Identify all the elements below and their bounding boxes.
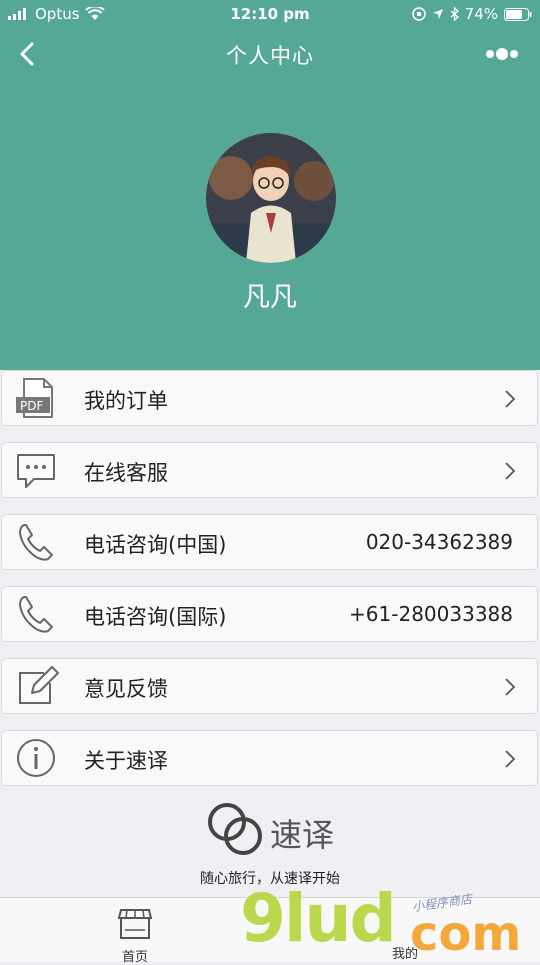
phone-number[interactable]: 020-34362389 [366, 530, 513, 554]
pdf-document-icon: PDF [16, 378, 53, 418]
menu-label: 意见反馈 [84, 677, 168, 701]
orientation-lock-icon [411, 7, 426, 21]
tab-home[interactable]: 首页 [95, 902, 175, 965]
menu-item-feedback[interactable]: 意见反馈 [1, 658, 538, 714]
avatar[interactable] [206, 133, 336, 263]
svg-text:PDF: PDF [20, 399, 43, 413]
chevron-right-icon [505, 390, 516, 408]
edit-icon [19, 666, 59, 704]
location-icon [432, 9, 443, 19]
menu-label: 在线客服 [84, 461, 168, 485]
brand-logo-icon [208, 803, 262, 855]
watermark-text: 9lud [240, 880, 397, 957]
menu-label: 电话咨询(国际) [84, 605, 227, 629]
menu-item-phone-international[interactable]: 电话咨询(国际) +61-280033388 [1, 586, 538, 642]
menu-item-online-service[interactable]: 在线客服 [1, 442, 538, 498]
status-bar: Optus 12:10 pm 74% [0, 0, 540, 28]
profile-header: Optus 12:10 pm 74% 个人中心 凡凡 [0, 0, 540, 370]
menu-item-about[interactable]: 关于速译 [1, 730, 538, 786]
page-title: 个人中心 [226, 44, 314, 68]
menu-item-orders[interactable]: PDF 我的订单 [1, 370, 538, 426]
phone-icon [19, 596, 53, 633]
username: 凡凡 [243, 282, 297, 313]
store-icon [117, 909, 153, 939]
phone-icon [19, 524, 53, 561]
nav-bar: 个人中心 [0, 30, 540, 78]
chevron-right-icon [505, 678, 516, 696]
more-dots-icon [486, 48, 518, 60]
chevron-right-icon [505, 750, 516, 768]
brand-name: 速译 [270, 816, 335, 854]
tab-label: 首页 [121, 950, 148, 965]
phone-number[interactable]: +61-280033388 [349, 602, 513, 626]
chat-bubble-icon [17, 454, 55, 488]
tab-mine[interactable]: 我的 [392, 943, 418, 962]
menu-label: 电话咨询(中国) [84, 533, 227, 557]
menu-item-phone-china[interactable]: 电话咨询(中国) 020-34362389 [1, 514, 538, 570]
more-button[interactable] [482, 44, 522, 64]
menu-label: 关于速译 [84, 749, 168, 773]
watermark-com: com [410, 906, 522, 962]
battery-percent: 74% [464, 5, 498, 23]
info-icon [17, 739, 55, 777]
watermark-logo: 9lud com 小程序商店 我的 [240, 880, 540, 962]
menu-label: 我的订单 [84, 389, 168, 413]
battery-icon [504, 7, 532, 21]
bluetooth-icon [450, 7, 459, 21]
chevron-right-icon [505, 462, 516, 480]
